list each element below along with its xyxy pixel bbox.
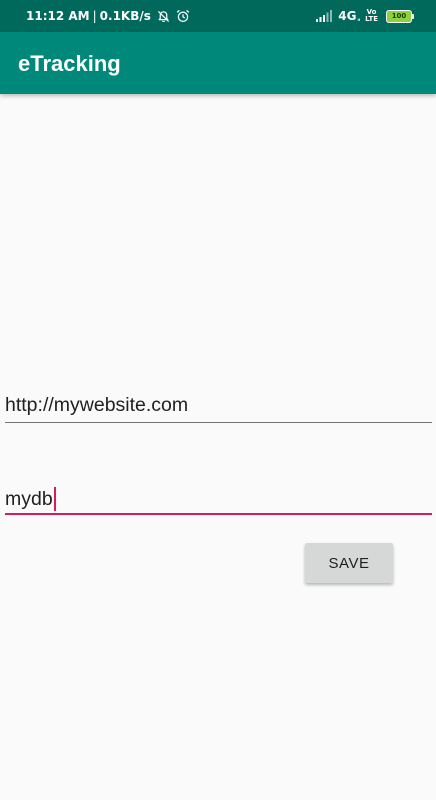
signal-bars-icon bbox=[316, 10, 333, 22]
app-bar: eTracking bbox=[0, 32, 436, 94]
database-field[interactable]: mydb bbox=[5, 484, 432, 515]
status-right: 4G ᵢₗ Vo LTE 100 bbox=[316, 0, 414, 32]
volte-indicator: Vo LTE bbox=[365, 9, 378, 23]
battery-level: 100 bbox=[391, 11, 407, 20]
status-left: 11:12 AM | 0.1KB/s bbox=[26, 0, 190, 32]
status-bar: 11:12 AM | 0.1KB/s 4G ᵢₗ Vo LTE 100 bbox=[0, 0, 436, 32]
status-net-speed: 0.1KB/s bbox=[99, 9, 151, 23]
app-title: eTracking bbox=[18, 51, 121, 76]
bell-muted-icon bbox=[157, 10, 170, 23]
battery-icon: 100 bbox=[386, 9, 414, 23]
url-input[interactable] bbox=[5, 390, 425, 420]
network-sub: ᵢₗ bbox=[357, 15, 361, 23]
status-time: 11:12 AM bbox=[26, 9, 90, 23]
url-field[interactable] bbox=[5, 390, 432, 423]
volte-bottom: LTE bbox=[365, 15, 378, 23]
database-input[interactable] bbox=[5, 484, 425, 514]
status-separator: | bbox=[92, 9, 97, 23]
alarm-clock-icon bbox=[176, 9, 190, 23]
save-button[interactable]: SAVE bbox=[305, 543, 393, 583]
network-type: 4G bbox=[338, 9, 357, 23]
